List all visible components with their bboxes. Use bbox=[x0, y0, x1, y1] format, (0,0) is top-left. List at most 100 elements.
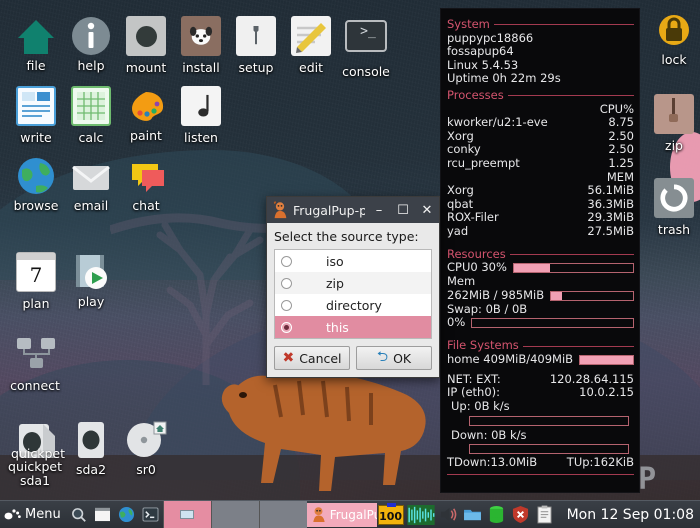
conky-swap-label: Swap: 0B / 0B bbox=[447, 301, 528, 316]
terminal-icon[interactable] bbox=[139, 501, 163, 528]
dialog-buttons: ✖ Cancel ⮌ OK bbox=[274, 346, 432, 370]
frugalpup-dialog[interactable]: FrugalPup-p – ☐ ✕ Select the source type… bbox=[266, 196, 440, 378]
proc-value: 29.3MiB bbox=[587, 210, 634, 225]
desktop-icon-sda2[interactable]: sda2 bbox=[63, 418, 119, 477]
globe-icon[interactable] bbox=[115, 501, 139, 528]
radio-icon[interactable] bbox=[281, 277, 292, 289]
option-label: this bbox=[326, 319, 349, 335]
radio-icon[interactable] bbox=[281, 321, 292, 333]
radio-icon[interactable] bbox=[281, 255, 292, 267]
desktop-icon-label: sda2 bbox=[75, 462, 107, 477]
document-icon bbox=[14, 86, 58, 130]
conky-section-filesystems: File Systems bbox=[447, 339, 634, 353]
option-directory[interactable]: directory bbox=[275, 294, 431, 316]
desktop-1-button[interactable] bbox=[162, 500, 211, 528]
conky-mem-proc-row: ROX-Filer 29.3MiB bbox=[447, 211, 634, 225]
desktop-icon-setup[interactable]: setup bbox=[228, 14, 284, 75]
desktop-icon-paint[interactable]: paint bbox=[118, 84, 174, 143]
desktop-icon-trash[interactable]: trash bbox=[646, 176, 700, 237]
desktop-icon-calc[interactable]: calc bbox=[63, 84, 119, 145]
desktop-icon-lock[interactable]: lock bbox=[646, 8, 700, 67]
desktop-icon-email[interactable]: email bbox=[63, 154, 119, 213]
dialog-body: Select the source type: iso zip director… bbox=[267, 223, 439, 377]
globe-icon bbox=[14, 154, 58, 198]
enter-arrow-icon: ⮌ bbox=[376, 349, 389, 365]
desktop-icon-connect[interactable]: connect bbox=[4, 334, 66, 393]
battery-icon[interactable]: 100 bbox=[377, 501, 405, 528]
conky-tup: TUp:162KiB bbox=[566, 455, 634, 470]
desktop-icon-label: lock bbox=[661, 52, 687, 67]
desktop-icon-sr0[interactable]: sr0 bbox=[118, 418, 174, 477]
desktop-icon-plan[interactable]: 7 plan bbox=[8, 250, 64, 311]
task-button-frugalpup[interactable]: FrugalPup-puppyf bbox=[306, 502, 377, 527]
conky-swap-usage-row: 0% bbox=[447, 316, 634, 330]
folder-icon[interactable] bbox=[461, 501, 485, 528]
window-icon[interactable] bbox=[91, 501, 115, 528]
desktop-icon-file[interactable]: file bbox=[8, 14, 64, 73]
option-iso[interactable]: iso bbox=[275, 250, 431, 272]
disk-icon bbox=[69, 418, 113, 462]
cancel-button[interactable]: ✖ Cancel bbox=[274, 346, 350, 370]
conky-mem-proc-row: qbat 36.3MiB bbox=[447, 196, 634, 212]
info-icon bbox=[69, 14, 113, 58]
radio-icon[interactable] bbox=[281, 299, 292, 311]
desktop-icon-help[interactable]: help bbox=[63, 14, 119, 73]
close-button[interactable]: ✕ bbox=[417, 200, 437, 220]
clipboard-icon[interactable] bbox=[533, 501, 557, 528]
desktop-icon-browse[interactable]: browse bbox=[8, 154, 64, 213]
conky-system-heading: System bbox=[447, 17, 490, 31]
desktop-icon-chat[interactable]: chat bbox=[118, 154, 174, 213]
conky-cpu-proc-row: rcu_preempt 1.25 bbox=[447, 156, 634, 171]
desktop-2-button[interactable] bbox=[210, 500, 259, 528]
desktop-3-button[interactable] bbox=[258, 500, 307, 528]
heading-rule bbox=[493, 24, 634, 26]
desktop-icon-label: zip bbox=[665, 138, 683, 153]
desktop-icon-label: plan bbox=[22, 296, 50, 311]
conky-mem-label: Mem bbox=[447, 274, 476, 289]
desktop-icon-console[interactable]: >_ console bbox=[338, 14, 394, 79]
desktop-icon-label: connect bbox=[10, 378, 60, 393]
proc-value: 2.50 bbox=[608, 128, 634, 143]
cancel-label: Cancel bbox=[299, 350, 342, 366]
proc-value: 2.50 bbox=[608, 142, 634, 157]
conky-uptime: Uptime 0h 22m 29s bbox=[447, 71, 561, 86]
conky-net-ext-label: NET: EXT: bbox=[447, 371, 501, 386]
desktop-icon-write[interactable]: write bbox=[8, 84, 64, 145]
desktop-icon-listen[interactable]: listen bbox=[173, 84, 229, 145]
option-this[interactable]: this bbox=[275, 316, 431, 338]
desktop-icon-label: console bbox=[342, 64, 390, 79]
desktop-icon-zip[interactable]: zip bbox=[646, 92, 700, 153]
clock[interactable]: Mon 12 Sep 01:08 bbox=[559, 507, 700, 523]
dialog-titlebar[interactable]: FrugalPup-p – ☐ ✕ bbox=[267, 197, 439, 223]
search-icon[interactable] bbox=[67, 501, 91, 528]
desktop-icon-install[interactable]: install bbox=[173, 14, 229, 75]
conky-net-down-label: Down: 0B k/s bbox=[451, 427, 527, 442]
palette-icon bbox=[124, 84, 168, 128]
conky-cpu-usage-row: CPU0 30% bbox=[447, 261, 634, 275]
desktop-icon-edit[interactable]: edit bbox=[283, 14, 339, 75]
shield-icon[interactable] bbox=[509, 501, 533, 528]
conky-cpu-proc-row: Xorg 2.50 bbox=[447, 128, 634, 144]
conky-distro: fossapup64 bbox=[447, 44, 514, 59]
option-zip[interactable]: zip bbox=[275, 272, 431, 294]
padlock-icon bbox=[652, 8, 696, 52]
volume-icon[interactable] bbox=[437, 501, 461, 528]
desktop-icon-mount[interactable]: mount bbox=[118, 14, 174, 75]
desktop-switcher[interactable] bbox=[162, 500, 307, 528]
maximize-button[interactable]: ☐ bbox=[393, 200, 413, 220]
ok-button[interactable]: ⮌ OK bbox=[356, 346, 432, 370]
menu-button[interactable]: Menu bbox=[0, 501, 67, 528]
minimize-button[interactable]: – bbox=[369, 200, 389, 220]
zip-bag-icon bbox=[652, 94, 696, 138]
desktop-icon-play[interactable]: play bbox=[63, 250, 119, 309]
conky-fs-heading: File Systems bbox=[447, 338, 519, 353]
desktop-icon-label: edit bbox=[299, 60, 323, 75]
conky-processes-heading: Processes bbox=[447, 87, 504, 102]
proc-value: 36.3MiB bbox=[587, 196, 634, 211]
sound-wave-icon[interactable] bbox=[405, 501, 437, 528]
conky-net-ip-value: 10.0.2.15 bbox=[579, 385, 634, 400]
task-label: FrugalPup-puppyf bbox=[329, 507, 377, 522]
drive-icon[interactable] bbox=[485, 501, 509, 528]
calendar-icon: 7 bbox=[14, 252, 58, 296]
source-type-list[interactable]: iso zip directory this bbox=[274, 249, 432, 339]
